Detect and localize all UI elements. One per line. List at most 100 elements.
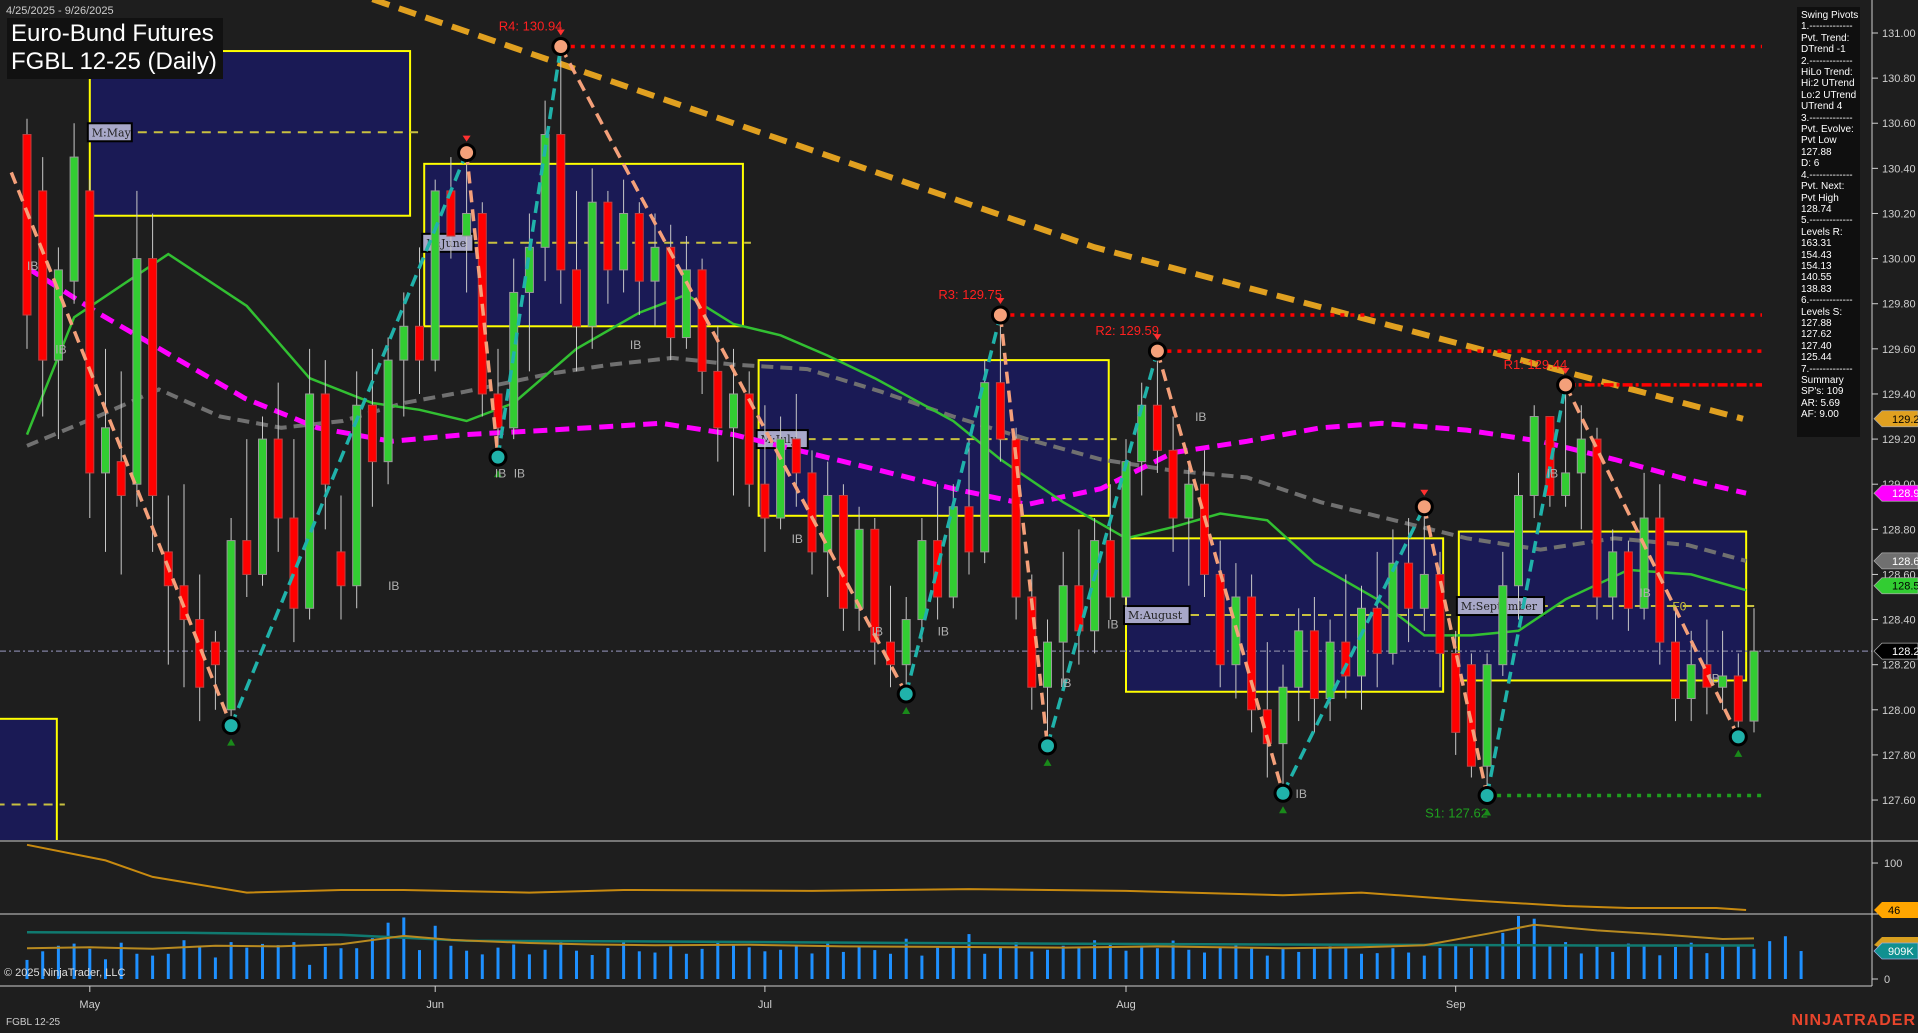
info-line: SP's: 109 — [1801, 386, 1860, 397]
candle — [243, 439, 251, 597]
price-marker-label: 128.96 — [1892, 488, 1918, 500]
candle-body — [667, 247, 675, 337]
price-tick-label: 130.00 — [1882, 254, 1916, 266]
candle-body — [337, 552, 345, 586]
date-tick-label: Jun — [426, 999, 444, 1011]
date-range: 4/25/2025 - 9/26/2025 — [6, 5, 114, 17]
price-chart[interactable]: M:MayM:JuneM:JulyM:AugustM:SeptemberR4: … — [0, 0, 1918, 1033]
candle — [227, 518, 235, 726]
candle-body — [1091, 541, 1099, 631]
candle-body — [996, 383, 1004, 439]
info-line: 4.------------- — [1801, 170, 1860, 181]
candle — [290, 439, 298, 642]
info-line: HiLo Trend: — [1801, 67, 1860, 78]
candle-body — [368, 405, 376, 461]
candle-body — [400, 326, 408, 360]
candle-body — [588, 202, 596, 326]
candle-body — [1044, 642, 1052, 687]
price-marker-label: 129.29 — [1892, 414, 1918, 426]
candle-body — [1169, 450, 1177, 518]
candle-body — [243, 541, 251, 575]
candle-body — [808, 473, 816, 552]
candle — [384, 338, 392, 485]
inside-bar-label: IB — [792, 532, 803, 546]
candle-body — [1153, 405, 1161, 450]
swing-low-marker — [1040, 738, 1056, 754]
price-marker-label: 128.66 — [1892, 556, 1918, 568]
swing-low-marker — [223, 718, 239, 734]
candle — [259, 417, 267, 586]
price-tick-label: 129.80 — [1882, 299, 1916, 311]
info-line: AR: 5.69 — [1801, 398, 1860, 409]
candle-body — [1405, 563, 1413, 608]
info-line: 3.------------- — [1801, 113, 1860, 124]
candle-body — [1734, 676, 1742, 721]
info-line: 154.13 — [1801, 261, 1860, 272]
candle-body — [1389, 563, 1397, 653]
candle-body — [1499, 586, 1507, 665]
candle-body — [274, 439, 282, 518]
candle-body — [149, 259, 157, 496]
inside-bar-label: IB — [872, 624, 883, 638]
candle — [1248, 574, 1256, 732]
candle-body — [211, 642, 219, 665]
swing-high-marker — [1149, 343, 1165, 359]
candle — [902, 597, 910, 694]
candle-body — [478, 213, 486, 393]
price-tick-label: 130.40 — [1882, 163, 1916, 175]
date-tick-label: May — [79, 999, 100, 1011]
swing-low-marker — [1730, 729, 1746, 745]
candle-body — [23, 135, 31, 315]
info-line: Pvt Low — [1801, 135, 1860, 146]
candle-body — [965, 507, 973, 552]
candle-body — [1420, 574, 1428, 608]
level-label: R2: 129.59 — [1095, 323, 1159, 338]
candle-body — [1059, 586, 1067, 642]
price-tick-label: 128.80 — [1882, 524, 1916, 536]
candle — [557, 47, 565, 304]
candle — [133, 191, 141, 507]
inside-bar-label: IB — [514, 466, 525, 480]
candle — [1153, 351, 1161, 473]
candle-body — [1687, 665, 1695, 699]
candle-body — [117, 462, 125, 496]
instrument-symbol-period: FGBL 12-25 (Daily) — [11, 48, 217, 76]
swing-low-marker — [898, 686, 914, 702]
candle-body — [981, 383, 989, 552]
candle — [839, 484, 847, 631]
info-line: Pvt High — [1801, 193, 1860, 204]
candle — [855, 507, 863, 631]
candle-body — [227, 541, 235, 710]
level-label: R1: 129.44 — [1504, 357, 1568, 372]
price-tick-label: 128.20 — [1882, 660, 1916, 672]
candle-body — [792, 439, 800, 473]
candle-body — [384, 360, 392, 462]
candle — [117, 371, 125, 574]
info-line: 125.44 — [1801, 352, 1860, 363]
inside-bar-label: IB — [495, 466, 506, 480]
info-line: 6.------------- — [1801, 295, 1860, 306]
candle — [180, 484, 188, 687]
candle-body — [1515, 495, 1523, 585]
candle-body — [1358, 608, 1366, 676]
price-tick-label: 130.20 — [1882, 208, 1916, 220]
up-triangle-icon — [1734, 750, 1742, 757]
candle — [1750, 608, 1758, 732]
info-line: 1.------------- — [1801, 21, 1860, 32]
candle — [39, 157, 47, 416]
up-triangle-icon — [227, 739, 235, 746]
date-tick-label: Aug — [1116, 999, 1136, 1011]
swing-low-marker — [1479, 788, 1495, 804]
candle-body — [431, 191, 439, 360]
swing-high-marker — [992, 307, 1008, 323]
candle-body — [855, 529, 863, 608]
candle-body — [839, 495, 847, 608]
candle-body — [1373, 608, 1381, 653]
ninjatrader-logo: NINJATRADER — [1792, 1012, 1916, 1030]
info-line: Swing Pivots — [1801, 10, 1860, 21]
month-box: M:August — [1124, 538, 1451, 691]
candle-body — [902, 620, 910, 665]
candle — [86, 180, 94, 518]
candle-body — [557, 135, 565, 270]
candle — [714, 326, 722, 461]
